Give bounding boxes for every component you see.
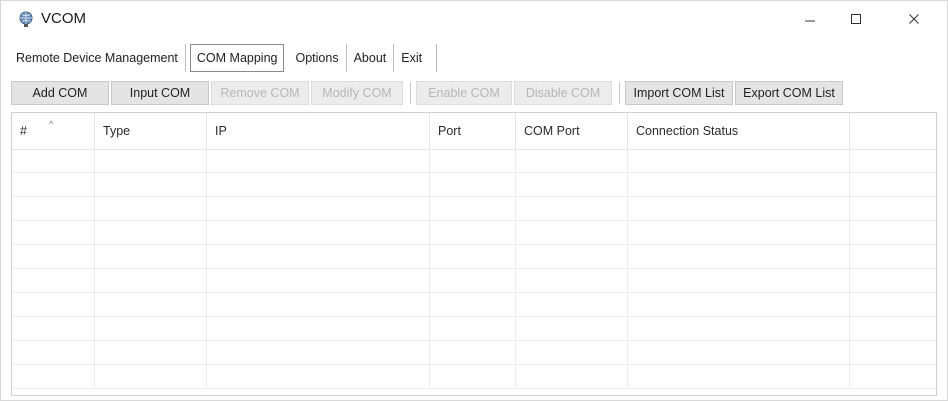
- table-row: [12, 149, 936, 173]
- menu-label: Options: [295, 51, 339, 65]
- sort-ascending-icon: ^: [49, 119, 54, 129]
- table-row: [12, 317, 936, 341]
- maximize-icon: [850, 13, 862, 25]
- menu-options[interactable]: Options: [288, 44, 347, 72]
- column-label: Type: [103, 124, 131, 138]
- menu-exit[interactable]: Exit: [394, 44, 438, 72]
- menu-label: COM Mapping: [196, 51, 278, 65]
- table-row: [12, 173, 936, 197]
- remove-com-button[interactable]: Remove COM: [211, 81, 309, 105]
- table-row: [12, 197, 936, 221]
- com-mapping-table[interactable]: # ^ Type IP Port COM Port Connection Sta…: [11, 112, 937, 396]
- table-row: [12, 293, 936, 317]
- toolbar: Add COM Input COM Remove COM Modify COM …: [11, 80, 845, 106]
- vcom-window: VCOM Remote Device Management COM Mappin…: [0, 0, 948, 401]
- window-title: VCOM: [41, 10, 86, 27]
- add-com-button[interactable]: Add COM: [11, 81, 109, 105]
- table-row: [12, 341, 936, 365]
- menu-remote-device-management[interactable]: Remote Device Management: [9, 44, 186, 72]
- menu-label: Exit: [401, 51, 423, 65]
- input-com-button[interactable]: Input COM: [111, 81, 209, 105]
- menu-about[interactable]: About: [347, 44, 395, 72]
- column-label: IP: [215, 124, 227, 138]
- modify-com-button[interactable]: Modify COM: [311, 81, 403, 105]
- table-body: [12, 149, 936, 389]
- table-row: [12, 245, 936, 269]
- close-icon: [908, 13, 920, 25]
- minimize-button[interactable]: [787, 1, 833, 37]
- maximize-button[interactable]: [833, 1, 879, 37]
- table-row: [12, 365, 936, 389]
- menu-label: About: [353, 51, 387, 65]
- column-header-connection-status[interactable]: Connection Status: [628, 113, 850, 149]
- disable-com-button[interactable]: Disable COM: [514, 81, 612, 105]
- toolbar-separator: [619, 82, 620, 104]
- column-label: Port: [438, 124, 461, 138]
- minimize-icon: [804, 13, 816, 25]
- menu-label: Remote Device Management: [16, 51, 178, 65]
- toolbar-separator: [410, 82, 411, 104]
- column-header-com-port[interactable]: COM Port: [516, 113, 628, 149]
- enable-com-button[interactable]: Enable COM: [416, 81, 512, 105]
- globe-app-icon: [17, 10, 35, 28]
- menu-bar: Remote Device Management COM Mapping Opt…: [9, 44, 438, 72]
- table-row: [12, 221, 936, 245]
- title-bar[interactable]: VCOM: [1, 1, 947, 37]
- column-header-filler: [850, 113, 936, 149]
- export-com-list-button[interactable]: Export COM List: [735, 81, 843, 105]
- import-com-list-button[interactable]: Import COM List: [625, 81, 733, 105]
- column-label: #: [20, 124, 27, 138]
- column-label: COM Port: [524, 124, 580, 138]
- column-header-number[interactable]: # ^: [12, 113, 95, 149]
- table-header: # ^ Type IP Port COM Port Connection Sta…: [12, 113, 936, 150]
- column-header-type[interactable]: Type: [95, 113, 207, 149]
- menu-com-mapping[interactable]: COM Mapping: [189, 44, 285, 72]
- column-header-port[interactable]: Port: [430, 113, 516, 149]
- table-row: [12, 269, 936, 293]
- close-button[interactable]: [891, 1, 937, 37]
- column-label: Connection Status: [636, 124, 739, 138]
- column-header-ip[interactable]: IP: [207, 113, 430, 149]
